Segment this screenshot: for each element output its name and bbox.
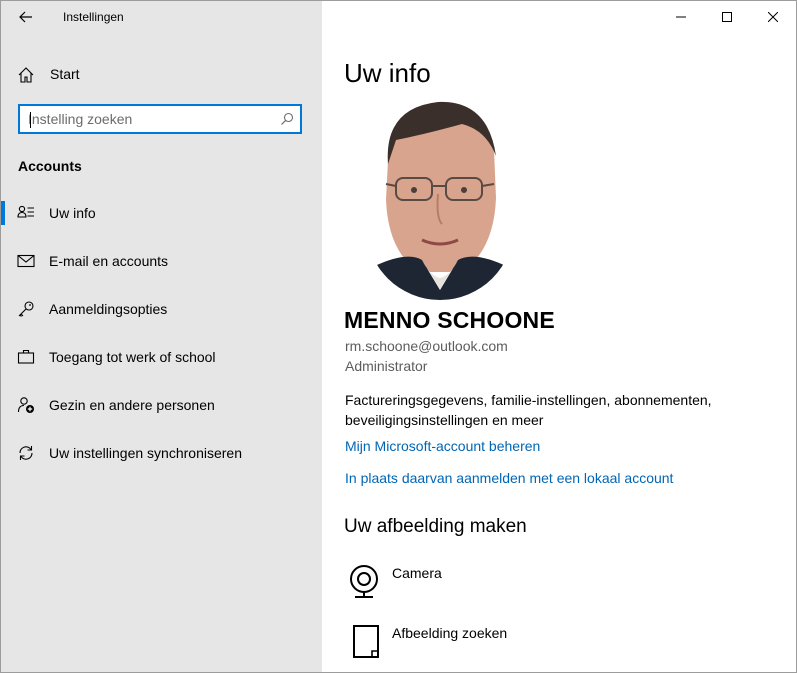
sidebar-item-label: Uw info [49, 205, 96, 221]
profile-picture [366, 101, 514, 300]
sidebar-item-label: Uw instellingen synchroniseren [49, 445, 242, 461]
close-icon [768, 12, 778, 22]
home-icon [18, 67, 34, 83]
sidebar-item-label: E-mail en accounts [49, 253, 169, 269]
back-button[interactable] [11, 5, 41, 29]
maximize-button[interactable] [704, 1, 750, 33]
account-description: Factureringsgegevens, familie-instelling… [345, 392, 712, 428]
maximize-icon [722, 12, 732, 22]
search-icon[interactable] [280, 112, 294, 126]
sidebar-item-uw-info[interactable]: Uw info [1, 193, 322, 233]
sidebar-item-label: Start [50, 66, 80, 82]
sidebar-item-label: Toegang tot werk of school [49, 349, 216, 365]
selection-indicator [1, 201, 5, 225]
mail-icon [17, 254, 35, 268]
sidebar-item-family[interactable]: Gezin en andere personen [1, 385, 322, 425]
sidebar-item-sign-in-options[interactable]: Aanmeldingsopties [1, 289, 322, 329]
window-controls [658, 1, 796, 33]
local-account-signin-link[interactable]: In plaats daarvan aanmelden met een loka… [345, 470, 673, 486]
search-box[interactable] [18, 104, 302, 134]
sidebar-item-start[interactable]: Start [1, 59, 322, 89]
manage-microsoft-account-link[interactable]: Mijn Microsoft-account beheren [345, 438, 540, 454]
camera-icon [350, 565, 378, 598]
browse-picture-option-label: Afbeelding zoeken [392, 625, 508, 641]
text-caret [30, 112, 31, 128]
key-icon [18, 301, 34, 317]
camera-option-label: Camera [392, 565, 442, 581]
sync-icon [19, 446, 33, 460]
minimize-button[interactable] [658, 1, 704, 33]
sidebar-item-work-school[interactable]: Toegang tot werk of school [1, 337, 322, 377]
section-heading-accounts: Accounts [18, 158, 82, 174]
minimize-icon [676, 16, 686, 18]
user-name: MENNO SCHOONE [344, 307, 555, 333]
browse-picture-option[interactable]: Afbeelding zoeken [344, 623, 644, 667]
page-title: Uw info [344, 58, 431, 88]
close-button[interactable] [750, 1, 796, 33]
sidebar-item-sync[interactable]: Uw instellingen synchroniseren [1, 433, 322, 473]
briefcase-icon [17, 349, 35, 364]
back-arrow-icon [19, 11, 32, 23]
search-input[interactable] [28, 110, 272, 128]
app-title: Instellingen [63, 10, 124, 24]
sidebar-item-email-accounts[interactable]: E-mail en accounts [1, 241, 322, 281]
user-info-icon [17, 205, 34, 218]
user-email: rm.schoone@outlook.com [345, 338, 508, 354]
add-person-icon [17, 397, 34, 413]
user-role: Administrator [345, 358, 428, 374]
settings-window: Instellingen Start Accounts Uw in [0, 0, 797, 673]
main-content: Uw info MENNO SCHOONE rm.schoone@outlook… [322, 1, 796, 672]
sidebar-item-label: Aanmeldingsopties [49, 301, 168, 317]
create-picture-heading: Uw afbeelding maken [344, 516, 527, 537]
sidebar: Instellingen Start Accounts Uw in [1, 1, 322, 672]
browse-file-icon [353, 625, 379, 658]
sidebar-item-label: Gezin en andere personen [49, 397, 215, 413]
camera-option[interactable]: Camera [344, 563, 644, 607]
